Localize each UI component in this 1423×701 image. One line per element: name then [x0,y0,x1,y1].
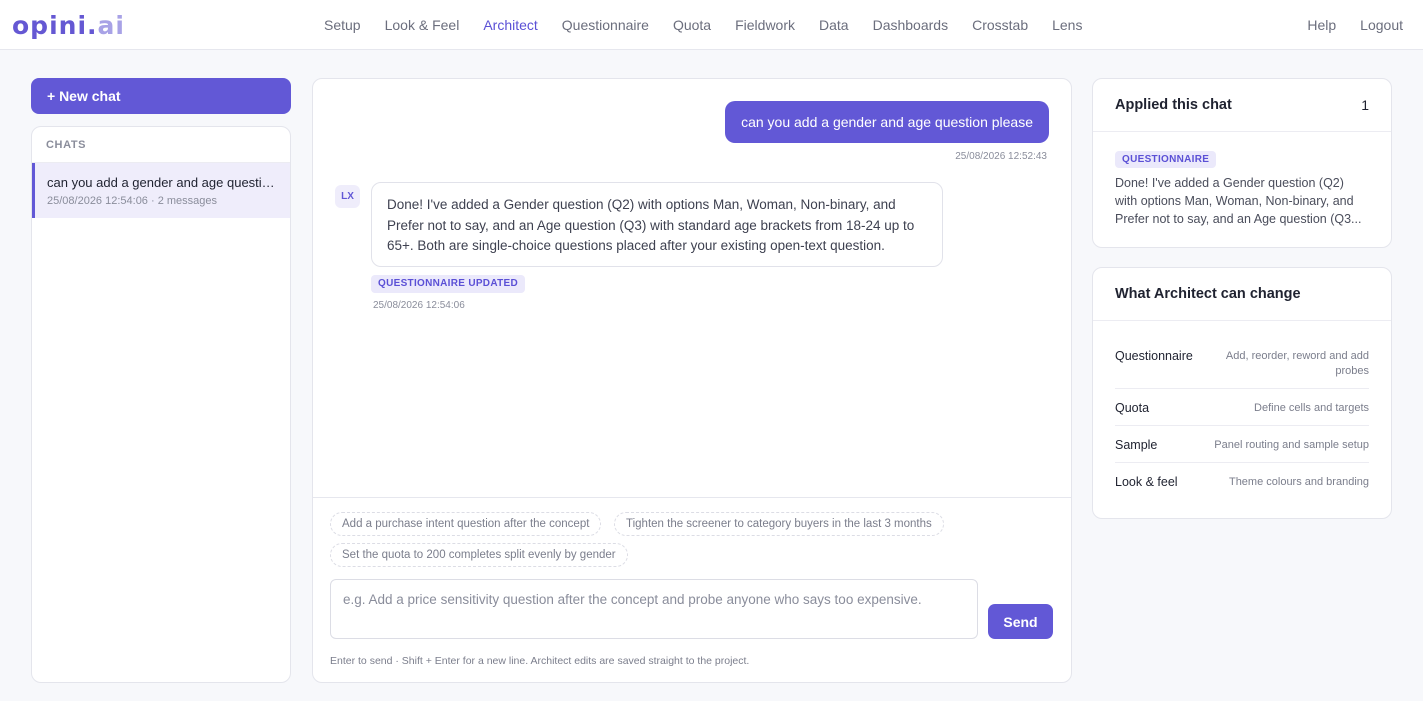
user-message-bubble: can you add a gender and age question pl… [725,101,1049,143]
chat-panel: can you add a gender and age question pl… [312,78,1072,683]
capabilities-card-title: What Architect can change [1115,286,1301,302]
logo-main-text: opini. [12,10,98,40]
capabilities-card-header: What Architect can change [1093,268,1391,321]
nav-item-data[interactable]: Data [819,17,849,33]
chats-heading: CHATS [32,127,290,163]
capability-name: Sample [1115,438,1158,452]
capability-description: Theme colours and branding [1228,476,1369,488]
capability-row: Sample Panel routing and sample setup [1115,426,1369,463]
logo-suffix-text: ai [97,10,125,40]
top-navigation-bar: opini. ai Setup Look & Feel Architect Que… [0,0,1423,50]
nav-item-dashboards[interactable]: Dashboards [873,17,949,33]
capabilities-list: Questionnaire Add, reorder, reword and a… [1093,321,1391,500]
applied-summary: Done! I've added a Gender question (Q2) … [1115,176,1362,226]
capability-name: Questionnaire [1115,349,1193,363]
applied-count: 1 [1361,97,1369,113]
logout-link[interactable]: Logout [1360,17,1403,33]
applied-card-header: Applied this chat 1 [1093,79,1391,132]
message-input[interactable] [330,579,978,639]
nav-item-look-and-feel[interactable]: Look & Feel [385,17,460,33]
capability-row: Questionnaire Add, reorder, reword and a… [1115,335,1369,389]
applied-card-title: Applied this chat [1115,97,1232,113]
nav-item-crosstab[interactable]: Crosstab [972,17,1028,33]
capability-description: Panel routing and sample setup [1214,439,1369,451]
capability-description: Add, reorder, reword and add probes [1225,350,1369,377]
capability-description: Define cells and targets [1254,402,1369,414]
nav-item-lens[interactable]: Lens [1052,17,1082,33]
nav-item-setup[interactable]: Setup [324,17,361,33]
nav-item-questionnaire[interactable]: Questionnaire [562,17,649,33]
capabilities-card: What Architect can change Questionnaire … [1092,267,1392,519]
main-nav: Setup Look & Feel Architect Questionnair… [312,0,1094,50]
assistant-avatar: LX [335,185,360,208]
capability-row: Quota Define cells and targets [1115,389,1369,426]
applied-this-chat-card: Applied this chat 1 QUESTIONNAIRE Done! … [1092,78,1392,248]
suggestion-chip[interactable]: Set the quota to 200 completes split eve… [330,543,628,567]
suggestion-chip[interactable]: Tighten the screener to category buyers … [614,512,944,536]
suggestion-chip[interactable]: Add a purchase intent question after the… [330,512,602,536]
nav-item-fieldwork[interactable]: Fieldwork [735,17,795,33]
questionnaire-updated-badge: QUESTIONNAIRE UPDATED [371,275,526,293]
help-link[interactable]: Help [1307,17,1336,33]
applied-area-tag: QUESTIONNAIRE [1115,151,1217,168]
brand-logo[interactable]: opini. ai [12,10,125,40]
chats-panel: CHATS can you add a gender and age quest… [31,126,291,683]
account-nav: Help Logout [1283,0,1403,50]
capability-name: Look & feel [1115,475,1178,489]
composer-hint: Enter to send · Shift + Enter for a new … [330,655,750,667]
chat-item-title: can you add a gender and age question pl… [47,175,275,190]
user-message-timestamp: 25/08/2026 12:52:43 [955,151,1047,162]
capability-name: Quota [1115,401,1150,415]
message-composer: Add a purchase intent question after the… [313,497,1071,682]
capability-row: Look & feel Theme colours and branding [1115,463,1369,500]
send-button[interactable]: Send [988,604,1053,639]
chat-list-item[interactable]: can you add a gender and age question pl… [32,163,290,218]
nav-item-quota[interactable]: Quota [673,17,711,33]
chat-item-meta: 25/08/2026 12:54:06 · 2 messages [47,195,218,207]
nav-item-architect[interactable]: Architect [483,17,537,33]
new-chat-button[interactable]: + New chat [31,78,291,114]
assistant-message-bubble: Done! I've added a Gender question (Q2) … [371,182,943,267]
assistant-message-timestamp: 25/08/2026 12:54:06 [373,300,465,311]
